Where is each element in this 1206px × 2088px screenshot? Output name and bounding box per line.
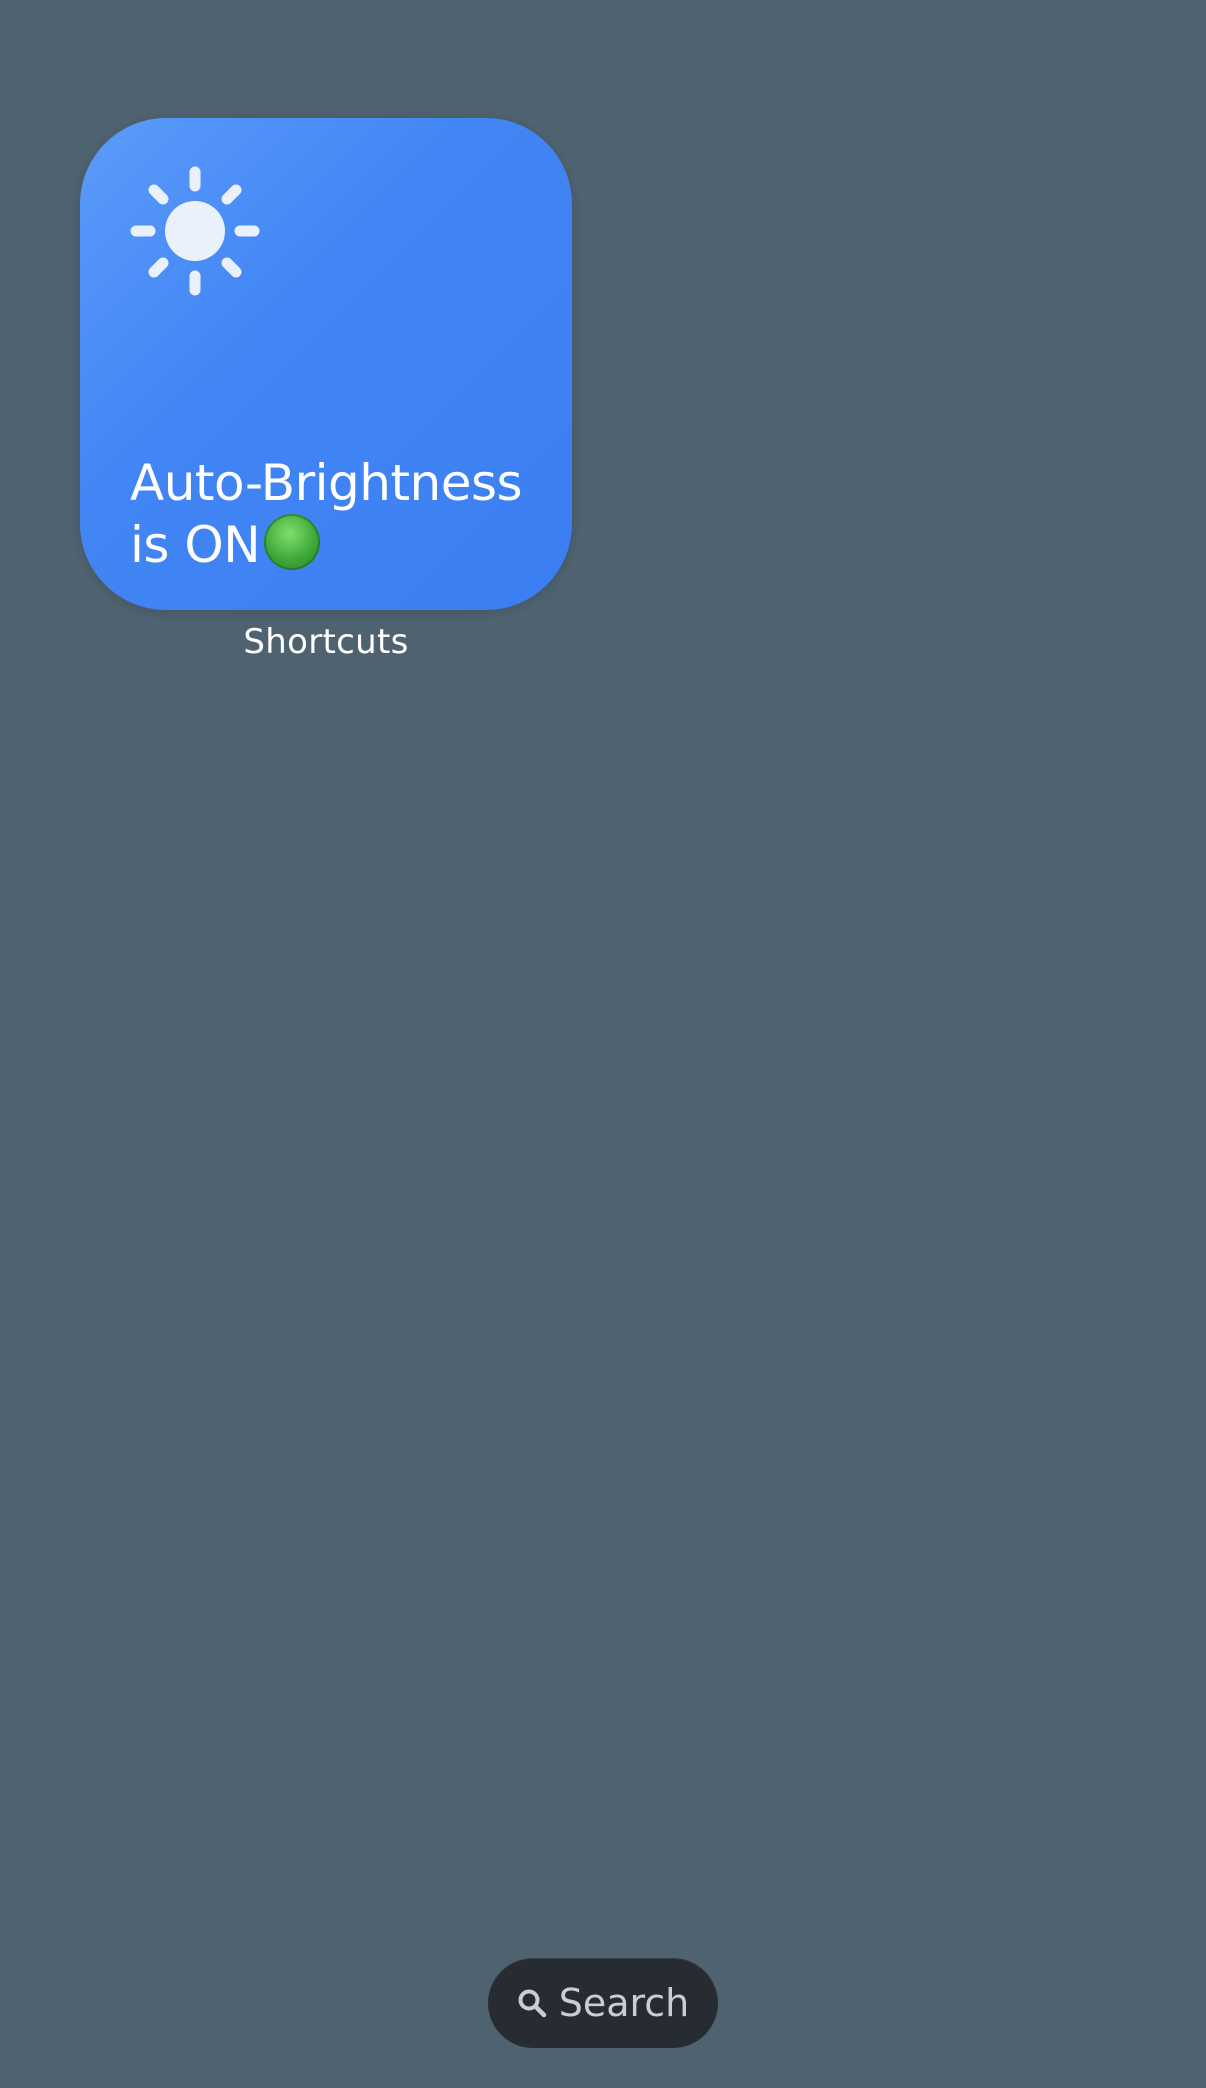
widget-status-text: Auto-Brightness is ON — [130, 452, 560, 576]
search-icon — [518, 1989, 546, 2018]
shortcuts-widget[interactable]: Auto-Brightness is ON — [80, 118, 572, 610]
home-screen: Auto-Brightness is ON Shortcuts Search — [0, 0, 1206, 2088]
widget-title-line2-text: is ON — [130, 516, 261, 574]
widget-title-line1: Auto-Brightness — [130, 454, 523, 512]
widget-title-line2: is ON — [130, 514, 560, 576]
search-button[interactable]: Search — [488, 1958, 718, 2048]
green-circle-icon — [264, 514, 321, 570]
sun-icon — [130, 166, 260, 296]
search-label: Search — [558, 1981, 690, 2025]
widget-app-label: Shortcuts — [243, 622, 409, 662]
